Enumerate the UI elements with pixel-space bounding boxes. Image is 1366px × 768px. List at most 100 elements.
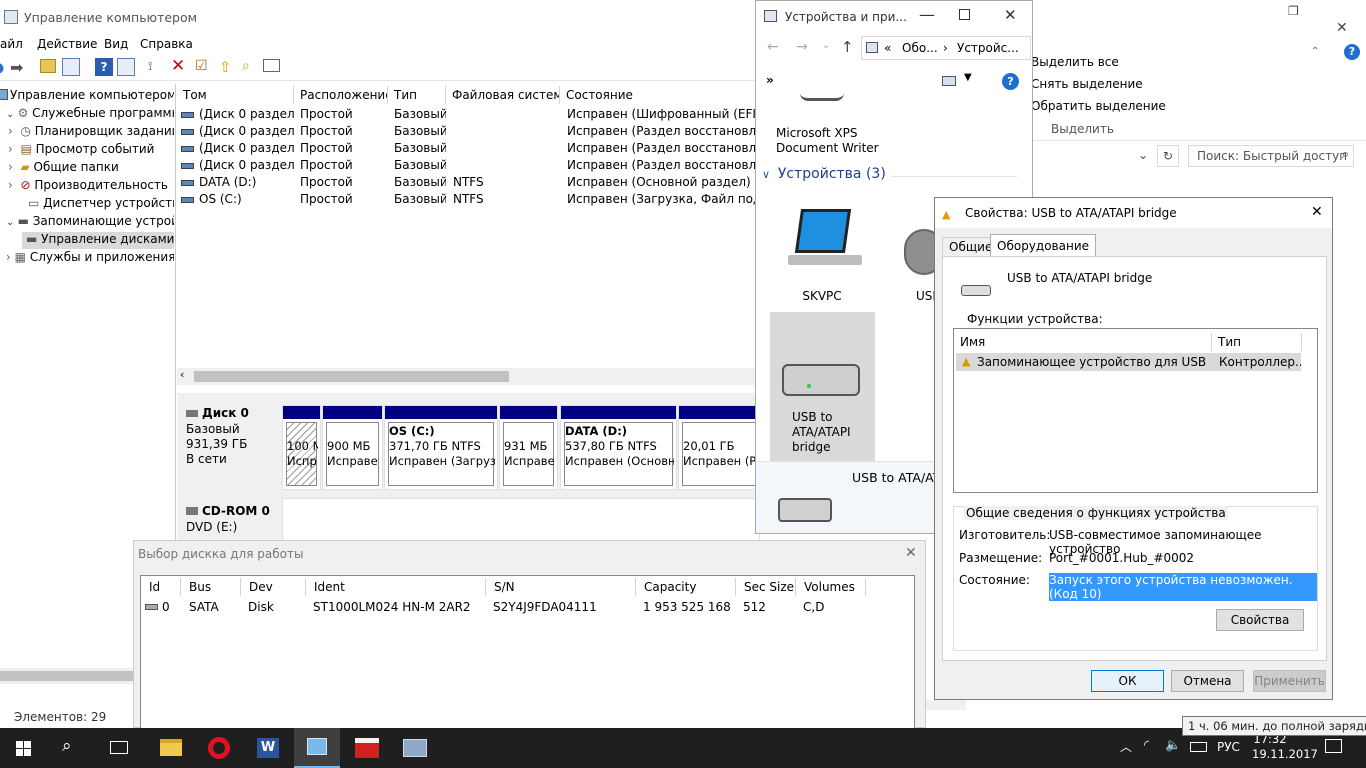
- opera-task-icon[interactable]: [208, 737, 230, 759]
- chevron-down-icon[interactable]: ⌄: [6, 109, 18, 120]
- back-arrow-icon[interactable]: ←: [767, 39, 779, 55]
- minimize-icon[interactable]: —: [919, 5, 935, 24]
- breadcrumb-1[interactable]: Обо...: [902, 41, 938, 55]
- clock[interactable]: 17:32 19.11.2017: [1252, 732, 1318, 762]
- devices-close-icon[interactable]: ✕: [1004, 6, 1017, 24]
- picker-column-header[interactable]: Volumes: [796, 578, 866, 596]
- chevron-right-icon[interactable]: ›: [8, 160, 13, 174]
- partition-block[interactable]: OS (C:) 371,70 ГБ NTFS Исправен (Загрузк: [384, 405, 498, 490]
- collapse-ribbon-icon[interactable]: ⌃: [1311, 46, 1319, 57]
- functions-list[interactable]: Имя Тип ▲ Запоминающее устройство для US…: [953, 328, 1318, 493]
- laptop-device[interactable]: SKVPC: [770, 201, 874, 306]
- network-icon[interactable]: ◜: [1144, 738, 1149, 753]
- volume-row[interactable]: (Диск 0 раздел 1) Простой Базовый Исправен …: [177, 107, 760, 124]
- partition-block[interactable]: 931 МБ Исправе: [499, 405, 558, 490]
- menu-action[interactable]: Действие: [37, 37, 97, 51]
- tree-item-storage[interactable]: ⌄ ▬ Запоминающие устройст: [6, 214, 174, 231]
- app-task-icon[interactable]: [355, 738, 379, 758]
- tree-item-scheduler[interactable]: › ◷ Планировщик заданий: [8, 124, 174, 141]
- cancel-button[interactable]: Отмена: [1171, 670, 1244, 692]
- show-tree-icon[interactable]: [62, 58, 80, 76]
- list-scrollbar[interactable]: ‹: [177, 368, 760, 385]
- volume-row[interactable]: OS (C:) Простой Базовый NTFS Исправен (Загру…: [177, 192, 760, 209]
- start-button[interactable]: [0, 728, 48, 768]
- column-header-volume[interactable]: Том: [177, 86, 294, 104]
- group-collapse-icon[interactable]: ∨: [762, 168, 770, 181]
- forward-icon[interactable]: ➡: [10, 59, 28, 77]
- view-dropdown-icon[interactable]: ▼: [964, 72, 972, 83]
- devices-group-header[interactable]: ∨ Устройства (3): [762, 166, 1018, 186]
- volume-row[interactable]: (Диск 0 раздел 2) Простой Базовый Исправен …: [177, 124, 760, 141]
- breadcrumb-overflow[interactable]: «: [884, 41, 891, 55]
- up-arrow-icon[interactable]: ⇧: [219, 58, 237, 76]
- hdd-tool-task-icon[interactable]: [403, 739, 427, 757]
- apply-button[interactable]: Применить: [1253, 670, 1326, 692]
- search-taskbar-icon[interactable]: ⌕: [62, 736, 72, 756]
- back-icon[interactable]: ●: [0, 59, 10, 77]
- tree-item-shared[interactable]: › ▰ Общие папки: [8, 160, 119, 177]
- word-task-icon[interactable]: W: [257, 738, 279, 758]
- volume-row[interactable]: (Диск 0 раздел 7) Простой Базовый Исправен …: [177, 158, 760, 175]
- ok-button[interactable]: ОК: [1091, 670, 1164, 692]
- picker-column-header[interactable]: Capacity: [636, 578, 736, 596]
- address-bar[interactable]: « Обо... › Устройс...: [861, 36, 1031, 60]
- restore-icon[interactable]: ❐: [1288, 4, 1299, 18]
- tree-item-performance[interactable]: › ⊘ Производительность: [8, 178, 168, 195]
- search-box[interactable]: Поиск: Быстрый доступ ⌕: [1188, 145, 1354, 167]
- volume-icon[interactable]: 🔈: [1165, 738, 1181, 753]
- delete-icon[interactable]: ✕: [171, 56, 189, 76]
- chevron-right-icon[interactable]: ›: [8, 178, 13, 192]
- tree-item-events[interactable]: › ▤ Просмотр событий: [8, 142, 154, 159]
- disk-table-row[interactable]: 0 SATA Disk ST1000LM024 HN-M 2AR2 S2Y4J9…: [141, 598, 916, 616]
- notifications-icon[interactable]: [1325, 739, 1342, 753]
- scroll-left-icon[interactable]: ‹: [180, 368, 184, 381]
- menu-help[interactable]: Справка: [140, 37, 193, 51]
- chevron-right-icon[interactable]: ›: [8, 142, 13, 156]
- volume-row[interactable]: DATA (D:) Простой Базовый NTFS Исправен (Осн…: [177, 175, 760, 192]
- partition-block[interactable]: DATA (D:) 537,80 ГБ NTFS Исправен (Основн: [560, 405, 677, 490]
- tree-item-root[interactable]: Управление компьютером (л: [0, 88, 174, 105]
- picker-column-header[interactable]: Id: [141, 578, 181, 596]
- battery-icon[interactable]: [1190, 742, 1207, 752]
- col-header-name[interactable]: Имя: [954, 333, 1212, 351]
- partition-block[interactable]: 100 М Испр: [282, 405, 321, 490]
- chevron-down-icon[interactable]: ⌄: [6, 217, 18, 228]
- partition-block[interactable]: 900 МБ Исправе: [322, 405, 383, 490]
- picker-column-header[interactable]: Ident: [306, 578, 486, 596]
- connect-icon[interactable]: ⟟: [148, 59, 166, 77]
- deselect-button[interactable]: Снять выделение: [1031, 77, 1143, 91]
- column-header-layout[interactable]: Расположение: [294, 86, 388, 104]
- select-all-button[interactable]: Выделить все: [1031, 55, 1119, 69]
- more-commands[interactable]: »: [766, 73, 774, 87]
- tree-item-disk-management[interactable]: ▬ Управление дисками: [22, 232, 174, 249]
- task-view-icon[interactable]: [110, 741, 128, 754]
- refresh-icon[interactable]: ↻: [1157, 145, 1179, 167]
- menu-file[interactable]: айл: [0, 37, 23, 51]
- chevron-right-icon[interactable]: ›: [8, 124, 13, 138]
- col-header-type[interactable]: Тип: [1212, 333, 1302, 351]
- close-icon[interactable]: ✕: [1336, 20, 1348, 36]
- breadcrumb-2[interactable]: Устройс...: [957, 41, 1019, 55]
- function-properties-button[interactable]: Свойства: [1216, 609, 1304, 631]
- recent-dropdown-icon[interactable]: ⌄: [822, 40, 830, 51]
- explorer-task-icon[interactable]: [160, 739, 182, 756]
- status-value[interactable]: Запуск этого устройства невозможен. (Код…: [1049, 573, 1317, 601]
- picker-column-header[interactable]: Dev: [241, 578, 306, 596]
- search-icon[interactable]: ⌕: [1342, 147, 1349, 162]
- column-header-status[interactable]: Состояние: [560, 86, 760, 104]
- check-icon[interactable]: ☑: [195, 58, 213, 76]
- column-header-fs[interactable]: Файловая система: [446, 86, 560, 104]
- picker-column-header[interactable]: S/N: [486, 578, 636, 596]
- search-folder-icon[interactable]: ⌕: [242, 58, 260, 76]
- tab-hardware[interactable]: Оборудование: [990, 234, 1096, 257]
- address-dropdown-icon[interactable]: ⌄: [1138, 148, 1148, 162]
- language-indicator[interactable]: РУС: [1217, 740, 1240, 754]
- up-folder-icon[interactable]: [40, 59, 56, 73]
- forward-arrow-icon[interactable]: →: [796, 39, 808, 55]
- invert-selection-button[interactable]: Обратить выделение: [1031, 99, 1166, 113]
- menu-view[interactable]: Вид: [104, 37, 128, 51]
- dialog-close-icon[interactable]: ✕: [1311, 204, 1323, 220]
- picker-column-header[interactable]: Bus: [181, 578, 241, 596]
- volume-row[interactable]: (Диск 0 раздел 5) Простой Базовый Исправен …: [177, 141, 760, 158]
- help-icon[interactable]: ?: [95, 58, 113, 76]
